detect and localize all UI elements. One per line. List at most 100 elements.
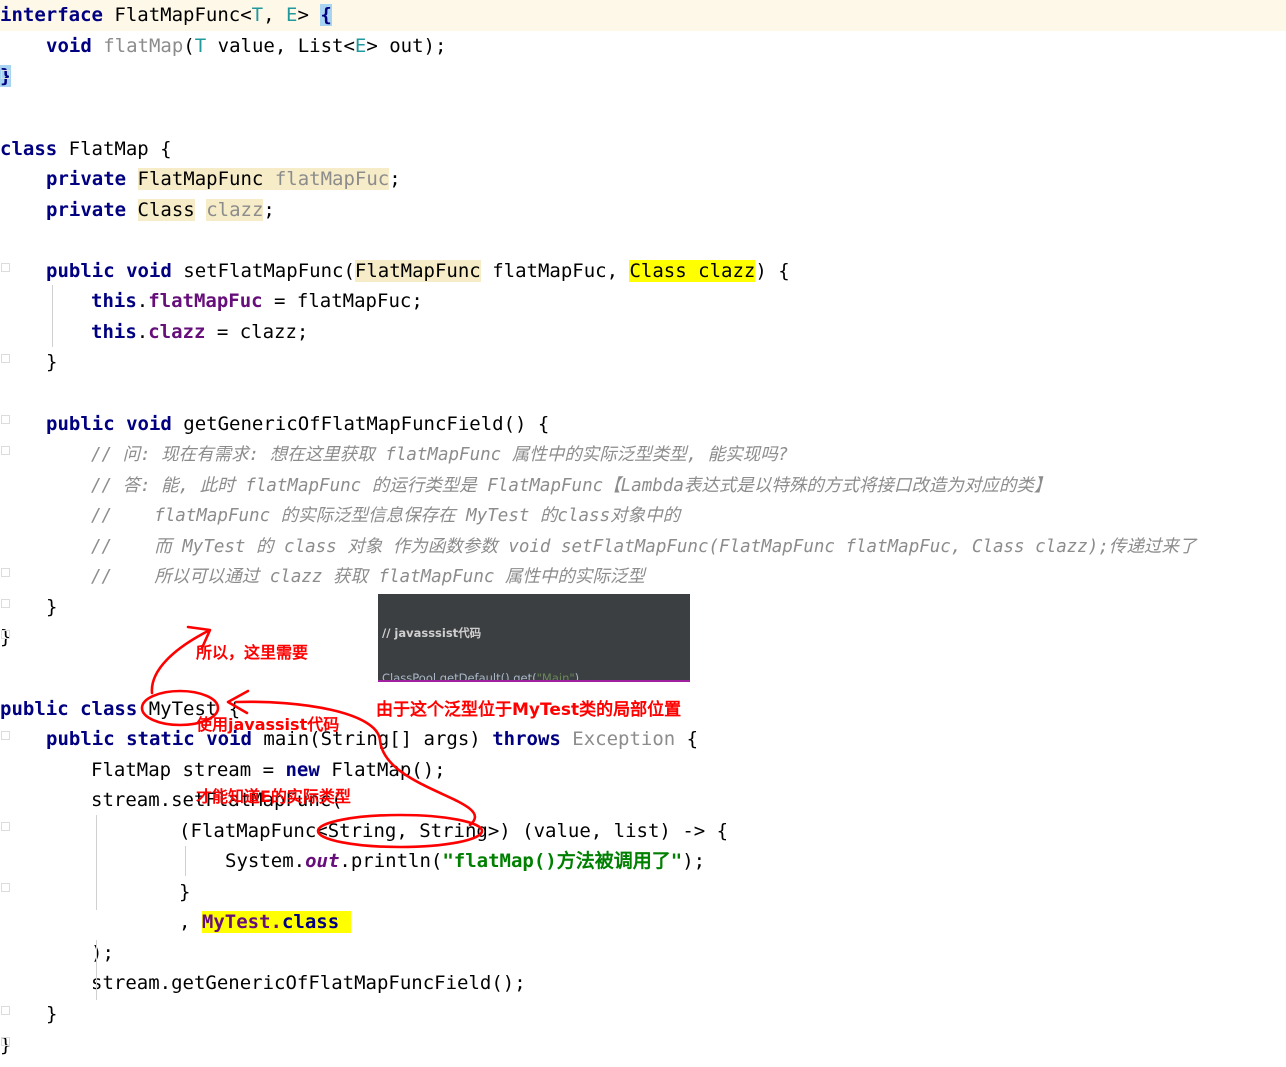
token-keyword-throws: throws [492, 728, 561, 750]
token-method-setflatmapfunc: setFlatMapFunc [172, 260, 344, 282]
code-editor-screenshot: interface FlatMapFunc<T, E> { void flatM… [0, 0, 1286, 1067]
token-field-ref-clazz: clazz [148, 321, 205, 343]
gutter-fold-marker[interactable] [1, 70, 10, 79]
token-keyword-void-3: void [126, 413, 172, 435]
gutter-fold-marker[interactable] [1, 731, 10, 740]
codebox-comment: // javasssist代码 [382, 626, 481, 640]
code-line-24[interactable]: public static void main(String[] args) t… [0, 724, 1286, 755]
token-brace-close-main: } [46, 1003, 57, 1025]
token-string-literal: "flatMap()方法被调用了" [442, 850, 682, 872]
code-line-6[interactable]: private FlatMapFunc flatMapFuc; [0, 164, 1286, 195]
gutter-fold-marker[interactable] [1, 263, 10, 272]
code-line-34[interactable]: } [0, 1030, 1286, 1061]
code-line-10[interactable]: this.flatMapFuc = flatMapFuc; [0, 286, 1286, 317]
code-line-12[interactable]: } [0, 347, 1286, 378]
token-main-tail: { [675, 728, 698, 750]
code-line-17[interactable]: // flatMapFunc 的实际泛型信息保存在 MyTest 的class对… [0, 500, 1286, 531]
token-method-flatmap: flatMap [92, 35, 184, 57]
annotation-note-left-line-2: 使用javassist代码 [196, 713, 351, 737]
token-paren: ( [343, 260, 354, 282]
indent-guide [52, 285, 53, 347]
token-signature-tail: ) { [755, 260, 789, 282]
code-line-32[interactable]: stream.getGenericOfFlatMapFuncField(); [0, 968, 1286, 999]
token-dot: . [137, 290, 148, 312]
token-brace-close-method: } [46, 351, 57, 373]
code-line-28[interactable]: System.out.println("flatMap()方法被调用了"); [0, 846, 1286, 877]
annotation-note-left-line-3: 才能知道E的实际类型 [196, 785, 351, 809]
token-semicolon: ; [389, 168, 400, 190]
token-param-type-class-highlighted: Class [629, 260, 686, 282]
code-line-5[interactable]: class FlatMap { [0, 134, 1286, 165]
token-field-name-flatmapfuc: flatMapFuc [275, 168, 389, 190]
code-line-3[interactable]: } [0, 61, 1286, 92]
annotation-note-left: 所以，这里需要 使用javassist代码 才能知道E的实际类型 [196, 593, 351, 857]
comment-generic-info: // flatMapFunc 的实际泛型信息保存在 MyTest 的class对… [91, 506, 680, 526]
code-line-15[interactable]: // 问: 现在有需求: 想在这里获取 flatMapFunc 属性中的实际泛型… [0, 439, 1286, 470]
editor-text-area[interactable]: interface FlatMapFunc<T, E> { void flatM… [0, 0, 1286, 1067]
token-field-name-clazz: clazz [206, 199, 263, 221]
gutter-fold-marker[interactable] [1, 415, 10, 424]
code-line-16[interactable]: // 答: 能, 此时 flatMapFunc 的运行类型是 FlatMapFu… [0, 470, 1286, 501]
comment-question: // 问: 现在有需求: 想在这里获取 flatMapFunc 属性中的实际泛型… [91, 445, 788, 465]
code-line-33[interactable]: } [0, 999, 1286, 1030]
gutter-fold-marker[interactable] [1, 822, 10, 831]
token-lambda-close: } [179, 881, 190, 903]
code-line-1[interactable]: interface FlatMapFunc<T, E> { [0, 0, 1286, 31]
token-keyword-private-2: private [46, 199, 126, 221]
annotation-note-right: 由于这个泛型位于MyTest类的局部位置 [376, 698, 681, 722]
indent-guide [96, 815, 97, 910]
javassist-code-snippet-overlay: // javasssist代码 ClassPool.getDefault().g… [378, 594, 690, 682]
token-field-ref-flatmapfuc: flatMapFuc [148, 290, 262, 312]
token-param-type-flatmapfunc: FlatMapFunc [355, 260, 481, 282]
code-line-27[interactable]: (FlatMapFunc<String, String>) (value, li… [0, 816, 1286, 847]
code-line-2[interactable]: void flatMap(T value, List<E> out); [0, 31, 1286, 62]
code-line-19[interactable]: // 所以可以通过 clazz 获取 flatMapFunc 属性中的实际泛型 [0, 561, 1286, 592]
gutter-fold-marker[interactable] [1, 1037, 10, 1046]
indent-guide [185, 846, 186, 876]
code-line-30[interactable]: , MyTest.class [0, 907, 1286, 938]
gutter-fold-marker[interactable] [1, 446, 10, 455]
token-keyword-interface: interface [0, 4, 103, 26]
token-assign-flatmapfuc: = flatMapFuc; [263, 290, 423, 312]
token-paren-open: ( [183, 35, 194, 57]
gutter-fold-marker[interactable] [1, 1006, 10, 1015]
token-generic-e-param: E [355, 35, 366, 57]
codebox-string-main: "Main" [537, 671, 575, 682]
token-method-getgenericof: getGenericOfFlatMapFuncField() { [172, 413, 550, 435]
code-line-18[interactable]: // 而 MyTest 的 class 对象 作为函数参数 void setFl… [0, 531, 1286, 562]
token-keyword-void: void [46, 35, 92, 57]
token-mytest-class-literal-kw: class [282, 911, 339, 933]
token-assign-clazz: = clazz; [205, 321, 308, 343]
code-line-9[interactable]: public void setFlatMapFunc(FlatMapFunc f… [0, 256, 1286, 287]
code-line-25[interactable]: FlatMap stream = new FlatMap(); [0, 755, 1286, 786]
token-keyword-public: public [46, 260, 115, 282]
token-field-type-flatmapfunc: FlatMapFunc [138, 168, 264, 190]
token-generic-t: T [252, 4, 263, 26]
token-comma: , [263, 4, 286, 26]
token-arg-comma: , [179, 911, 202, 933]
codebox-classpool-call: ClassPool.getDefault().get( [382, 671, 537, 682]
token-semicolon-2: ; [263, 199, 274, 221]
comment-answer: // 答: 能, 此时 flatMapFunc 的运行类型是 FlatMapFu… [91, 476, 1051, 496]
code-line-11[interactable]: this.clazz = clazz; [0, 317, 1286, 348]
gutter-fold-marker[interactable] [1, 883, 10, 892]
token-keyword-public-4: public [46, 728, 115, 750]
token-keyword-this-2: this [91, 321, 137, 343]
token-dot-2: . [137, 321, 148, 343]
code-line-7[interactable]: private Class clazz; [0, 195, 1286, 226]
token-keyword-public-3: public [0, 698, 69, 720]
token-generic-t-param: T [195, 35, 206, 57]
gutter-fold-marker[interactable] [1, 599, 10, 608]
gutter-fold-marker[interactable] [1, 630, 10, 639]
gutter-fold-marker[interactable] [1, 354, 10, 363]
comment-class-object-param: // 而 MyTest 的 class 对象 作为函数参数 void setFl… [91, 537, 1196, 557]
code-line-29[interactable]: } [0, 877, 1286, 908]
gutter-fold-marker[interactable] [1, 568, 10, 577]
code-line-26[interactable]: stream.setFlatMapFunc( [0, 785, 1286, 816]
token-call-getgeneric: stream.getGenericOfFlatMapFuncField(); [91, 972, 526, 994]
code-line-31[interactable]: ); [0, 938, 1286, 969]
indent-guide [96, 940, 97, 1000]
code-line-14[interactable]: public void getGenericOfFlatMapFuncField… [0, 409, 1286, 440]
token-class-name-flatmap: FlatMap { [57, 138, 171, 160]
token-keyword-class: class [0, 138, 57, 160]
